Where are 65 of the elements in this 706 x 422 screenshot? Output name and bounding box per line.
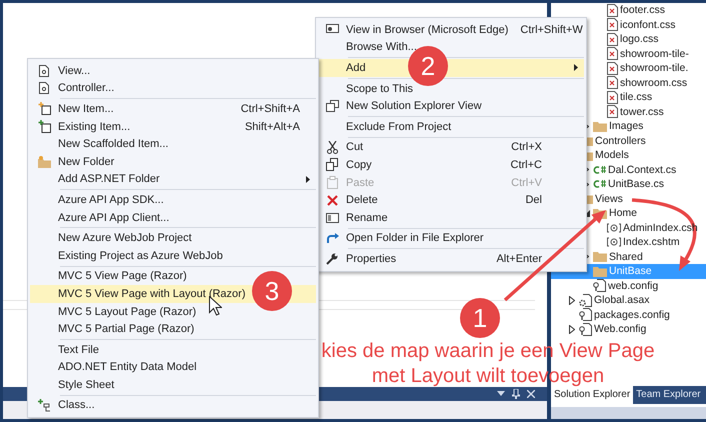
menu-item[interactable]: New Folder: [30, 152, 316, 171]
file-icon: [607, 47, 618, 60]
curved-arrow-icon: [326, 232, 338, 244]
tree-item[interactable]: footer.css: [551, 3, 706, 18]
new-folder-icon: [38, 156, 50, 168]
file-icon: [607, 90, 618, 104]
collapsed-icon[interactable]: [569, 296, 575, 305]
tree-item[interactable]: Global.asax: [551, 293, 706, 308]
existing-item-icon: [38, 120, 50, 134]
file-icon: [607, 18, 618, 32]
panel-tab[interactable]: Solution Explorer: [551, 386, 634, 404]
file-icon: [607, 76, 618, 90]
tree-item[interactable]: web.config: [551, 278, 706, 293]
config-file-icon: [579, 322, 592, 336]
collapsed-icon[interactable]: [569, 324, 575, 334]
menu-item[interactable]: View in Browser (Microsoft Edge) Ctrl+Shift+W: [318, 21, 584, 39]
csharp-icon: [593, 179, 606, 190]
file-icon: [607, 62, 618, 75]
menu-item[interactable]: Controller...: [30, 80, 316, 98]
menu-item[interactable]: ADO.NET Entity Data Model: [30, 358, 316, 376]
menu-item[interactable]: New Scaffolded Item...: [30, 135, 316, 153]
tree-item[interactable]: Web.config: [551, 322, 706, 336]
menu-item[interactable]: Text File: [30, 340, 316, 358]
menu-item[interactable]: Cut Ctrl+X: [318, 138, 584, 156]
menu-item[interactable]: Copy Ctrl+C: [318, 156, 584, 174]
tree-item[interactable]: packages.config: [551, 308, 706, 322]
menu-item[interactable]: Existing Item... Shift+Alt+A: [30, 118, 316, 136]
menu-item[interactable]: Existing Project as Azure WebJob: [30, 246, 316, 265]
wrench-icon: [326, 252, 338, 265]
menu-item[interactable]: MVC 5 Partial Page (Razor): [30, 320, 316, 338]
file-icon: [607, 105, 618, 118]
menu-item[interactable]: Add ASP.NET Folder: [30, 170, 316, 188]
config-file-icon: [579, 308, 592, 322]
scissors-icon: [326, 140, 338, 154]
menu-item[interactable]: Delete Del: [318, 191, 584, 209]
razor-file-icon: [607, 222, 621, 233]
menu-item[interactable]: Azure API App SDK...: [30, 191, 316, 209]
delete-icon: [326, 194, 338, 206]
menu-item[interactable]: New Azure WebJob Project: [30, 229, 316, 247]
gear-file-icon: [579, 294, 592, 307]
browser-icon: [326, 24, 338, 36]
menu-item[interactable]: Rename: [318, 208, 584, 227]
folder-icon: [593, 266, 607, 277]
menu-item[interactable]: New Item... Ctrl+Shift+A: [30, 100, 316, 118]
new-item-icon: [38, 102, 50, 116]
class-icon: [38, 398, 50, 412]
windows-icon: [326, 100, 338, 112]
document-icon: [39, 64, 49, 77]
document-icon: [39, 82, 49, 94]
clipboard-icon: [326, 176, 338, 190]
close-icon[interactable]: [527, 390, 535, 398]
menu-item[interactable]: Class...: [30, 396, 316, 414]
panel-tab[interactable]: Team Explorer: [633, 386, 704, 404]
menu-item[interactable]: View...: [30, 62, 316, 80]
dropdown-icon[interactable]: [497, 391, 505, 397]
copy-icon: [326, 158, 338, 172]
config-file-icon: [593, 279, 606, 292]
file-icon: [607, 32, 618, 46]
razor-file-icon: [607, 237, 621, 248]
menu-item[interactable]: Style Sheet: [30, 376, 316, 394]
folder-icon: [593, 120, 607, 132]
rename-icon: [326, 212, 338, 223]
csharp-icon: [593, 164, 606, 175]
menu-item[interactable]: Azure API App Client...: [30, 208, 316, 226]
pin-icon[interactable]: [512, 389, 520, 399]
